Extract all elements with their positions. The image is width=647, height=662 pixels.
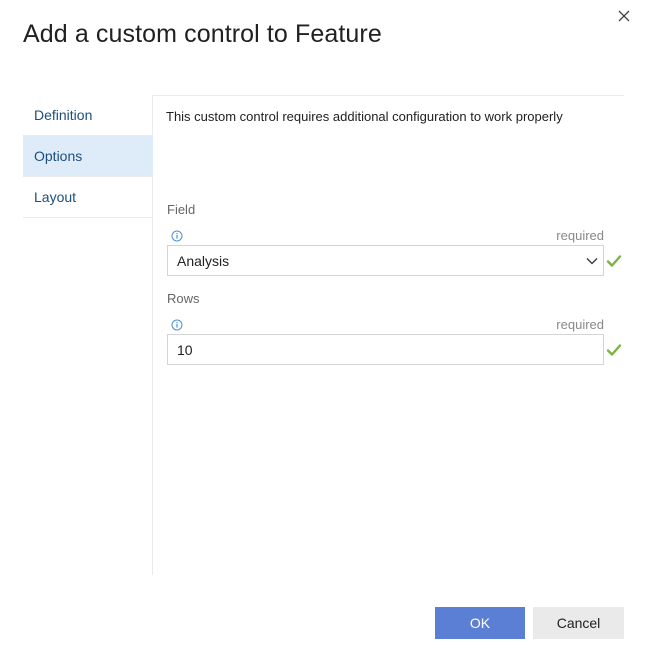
- close-icon: [618, 10, 630, 22]
- info-icon[interactable]: [171, 230, 183, 242]
- configuration-message: This custom control requires additional …: [166, 109, 563, 124]
- dialog-title: Add a custom control to Feature: [23, 20, 382, 48]
- rows-input[interactable]: 10: [167, 334, 604, 365]
- field-label-rows: Rows: [167, 291, 200, 306]
- rows-input-value: 10: [177, 342, 193, 358]
- required-text: required: [556, 317, 604, 332]
- field-dropdown[interactable]: Analysis: [167, 245, 604, 276]
- info-icon[interactable]: [171, 319, 183, 331]
- field-dropdown-value: Analysis: [177, 253, 230, 269]
- content-top-divider: [153, 95, 624, 96]
- required-text: required: [556, 228, 604, 243]
- tab-list: Definition Options Layout: [23, 95, 153, 218]
- tab-options[interactable]: Options: [23, 136, 153, 177]
- tab-definition[interactable]: Definition: [23, 95, 153, 136]
- close-button[interactable]: [612, 4, 636, 28]
- cancel-button[interactable]: Cancel: [533, 607, 624, 639]
- field-label-field: Field: [167, 202, 196, 217]
- custom-control-dialog: Add a custom control to Feature Definiti…: [0, 0, 647, 662]
- valid-check-icon: [605, 341, 623, 359]
- tab-layout[interactable]: Layout: [23, 177, 153, 218]
- ok-button[interactable]: OK: [435, 607, 525, 639]
- valid-check-icon: [605, 252, 623, 270]
- chevron-down-icon: [585, 254, 599, 268]
